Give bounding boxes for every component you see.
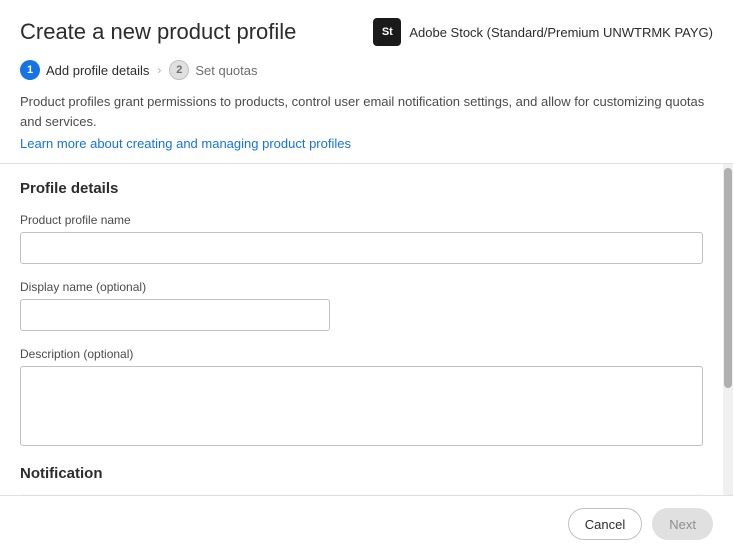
scrollbar-thumb <box>724 168 732 388</box>
product-icon: St <box>373 18 401 46</box>
description-field: Description (optional) <box>20 347 703 449</box>
product-profile-name-input[interactable] <box>20 232 703 264</box>
description-textarea[interactable] <box>20 366 703 446</box>
step-1-label: Add profile details <box>46 63 149 78</box>
step-2-circle: 2 <box>169 60 189 80</box>
scrollbar[interactable] <box>723 164 733 495</box>
create-product-profile-dialog: Create a new product profile St Adobe St… <box>0 0 733 552</box>
product-name: Adobe Stock (Standard/Premium UNWTRMK PA… <box>409 25 713 40</box>
description-label: Description (optional) <box>20 347 703 361</box>
content-area: Profile details Product profile name Dis… <box>0 164 733 495</box>
info-section: Product profiles grant permissions to pr… <box>0 92 733 164</box>
step-1-circle: 1 <box>20 60 40 80</box>
info-description: Product profiles grant permissions to pr… <box>20 92 713 131</box>
step-separator: › <box>157 63 161 77</box>
step-2: 2 Set quotas <box>169 60 257 80</box>
display-name-field: Display name (optional) <box>20 280 703 331</box>
notification-row: Notify users by email ▼ <box>20 494 703 495</box>
dialog-header: Create a new product profile St Adobe St… <box>0 0 733 60</box>
step-2-label: Set quotas <box>195 63 257 78</box>
steps-bar: 1 Add profile details › 2 Set quotas <box>0 60 733 92</box>
display-name-label: Display name (optional) <box>20 280 703 294</box>
product-badge: St Adobe Stock (Standard/Premium UNWTRMK… <box>373 18 713 46</box>
info-link[interactable]: Learn more about creating and managing p… <box>20 136 351 151</box>
display-name-input[interactable] <box>20 299 330 331</box>
notification-title: Notification <box>20 465 703 482</box>
product-profile-name-field: Product profile name <box>20 213 703 264</box>
next-button[interactable]: Next <box>652 508 713 540</box>
step-1: 1 Add profile details <box>20 60 149 80</box>
cancel-button[interactable]: Cancel <box>568 508 642 540</box>
dialog-title: Create a new product profile <box>20 19 296 45</box>
product-profile-name-label: Product profile name <box>20 213 703 227</box>
notification-section: Notification Notify users by email ▼ <box>20 465 703 495</box>
scrollable-content: Profile details Product profile name Dis… <box>0 164 723 495</box>
profile-details-title: Profile details <box>20 180 703 197</box>
dialog-footer: Cancel Next <box>0 495 733 552</box>
